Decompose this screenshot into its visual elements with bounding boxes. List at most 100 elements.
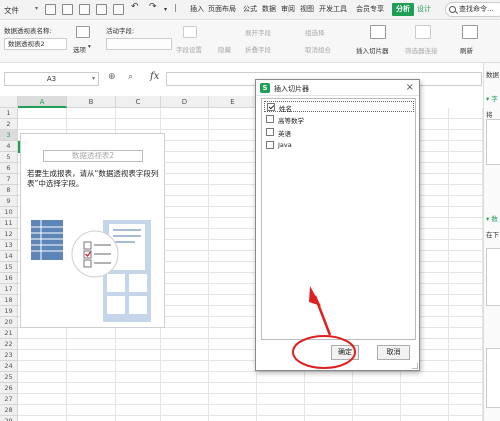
open-folder-icon[interactable] [62,4,73,15]
options-icon[interactable] [76,26,90,38]
row-header-24[interactable]: 24 [0,361,18,372]
list-item[interactable]: Java [264,140,414,151]
row-header-8[interactable]: 8 [0,185,18,196]
row-header-20[interactable]: 20 [0,317,18,328]
row-header-14[interactable]: 14 [0,251,18,262]
tab-design[interactable]: 设计 [417,4,431,14]
tab-formulas[interactable]: 公式 [243,4,257,14]
file-menu-caret[interactable]: ▾ [35,5,38,12]
row-header-7[interactable]: 7 [0,174,18,185]
panel-area-box-2[interactable] [486,348,500,408]
column-header-b[interactable]: B [67,96,116,108]
ungroup-button[interactable]: 取消组合 [305,44,331,54]
row-header-11[interactable]: 11 [0,218,18,229]
formula-search-icon[interactable]: ⌕ [128,72,133,82]
group-selection-button[interactable]: 组选择 [305,27,325,37]
checkbox[interactable] [266,115,274,123]
print-preview-icon[interactable] [113,4,124,15]
row-header-12[interactable]: 12 [0,229,18,240]
command-search[interactable]: 查找命令... [445,2,500,17]
field-settings-button[interactable]: 字段设置 [176,44,202,54]
row-header-5[interactable]: 5 [0,152,18,163]
insert-slicer-icon[interactable] [370,25,386,39]
redo-icon[interactable]: ↷ [149,2,157,12]
fx-icon[interactable]: fx [150,71,159,82]
list-item[interactable]: 姓名 [264,101,414,113]
checkbox[interactable] [266,141,274,149]
row-header-18[interactable]: 18 [0,295,18,306]
row-header-26[interactable]: 26 [0,383,18,394]
filter-connection-icon[interactable] [415,25,431,39]
row-header-23[interactable]: 23 [0,350,18,361]
row-header-27[interactable]: 27 [0,394,18,405]
quick-access-caret-icon[interactable]: ▾ [164,6,167,13]
refresh-icon[interactable] [462,25,478,39]
collapse-field-button[interactable]: 折叠字段 [245,44,271,54]
tab-analyze[interactable]: 分析 [392,3,414,16]
tab-insert[interactable]: 插入 [190,4,204,14]
panel-field-list[interactable] [486,119,500,165]
row-header-4[interactable]: 4 [0,141,18,152]
options-button[interactable]: 选项 [73,44,86,54]
ok-button[interactable]: 确定 [331,345,359,360]
options-caret-icon[interactable]: ▾ [88,44,91,50]
field-settings-icon[interactable] [183,26,197,38]
row-header-22[interactable]: 22 [0,339,18,350]
expand-field-button[interactable]: 展开字段 [245,27,271,37]
undo-icon[interactable]: ↶ [131,2,139,12]
row-header-17[interactable]: 17 [0,284,18,295]
new-file-icon[interactable] [45,4,56,15]
name-box[interactable]: A3 ▾ [4,72,99,86]
row-header-1[interactable]: 1 [0,108,18,119]
row-header-13[interactable]: 13 [0,240,18,251]
row-header-16[interactable]: 16 [0,273,18,284]
pivot-instruction: 若要生成报表，请从“数据透视表字段列表”中选择字段。 [27,169,159,188]
checkbox[interactable] [267,103,275,111]
row-header-29[interactable]: 29 [0,416,18,421]
column-header-e[interactable]: E [209,96,257,108]
filter-connection-button[interactable]: 筛选器连接 [405,45,438,55]
tab-view[interactable]: 视图 [300,4,314,14]
tab-review[interactable]: 审阅 [281,4,295,14]
row-header-15[interactable]: 15 [0,262,18,273]
resize-grip-icon[interactable] [412,363,418,369]
row-header-21[interactable]: 21 [0,328,18,339]
gridline-row [18,404,483,405]
pivot-name-input[interactable]: 数据透视表2 [4,38,67,50]
column-header-d[interactable]: D [161,96,209,108]
slicer-field-list[interactable]: 姓名 高等数学 英语 Java [261,98,416,340]
row-header-10[interactable]: 10 [0,207,18,218]
hide-button[interactable]: 隐藏 [218,44,231,54]
pivot-table-placeholder[interactable]: 数据透视表2 若要生成报表，请从“数据透视表字段列表”中选择字段。 [20,133,165,328]
tab-developer[interactable]: 开发工具 [319,4,347,14]
cancel-button[interactable]: 取消 [377,345,410,360]
save-icon[interactable] [79,4,90,15]
column-header-c[interactable]: C [116,96,161,108]
select-all-corner[interactable] [0,96,18,108]
tab-page-layout[interactable]: 页面布局 [208,4,236,14]
tab-data[interactable]: 数据 [262,4,276,14]
row-header-3[interactable]: 3 [0,130,18,141]
column-header-a[interactable]: A [18,96,67,108]
refresh-button[interactable]: 刷新 [460,45,473,55]
panel-area-box[interactable] [486,248,500,306]
row-header-28[interactable]: 28 [0,405,18,416]
insert-slicer-button[interactable]: 插入切片器 [356,45,389,55]
name-box-caret-icon[interactable]: ▾ [92,73,95,85]
checkbox[interactable] [266,128,274,136]
formula-zoom-icon[interactable]: ⊕ [108,72,116,82]
dialog-title-bar[interactable]: S 插入切片器 × [256,80,419,96]
row-header-6[interactable]: 6 [0,163,18,174]
more-icon[interactable]: | [174,3,177,12]
row-header-19[interactable]: 19 [0,306,18,317]
active-field-input[interactable] [106,38,172,50]
row-header-25[interactable]: 25 [0,372,18,383]
close-icon[interactable]: × [406,82,414,93]
tab-member[interactable]: 会员专享 [356,4,384,14]
print-icon[interactable] [96,4,107,15]
row-header-2[interactable]: 2 [0,119,18,130]
list-item[interactable]: 英语 [264,127,414,138]
row-header-9[interactable]: 9 [0,196,18,207]
list-item[interactable]: 高等数学 [264,114,414,125]
file-menu[interactable]: 文件 [4,5,19,16]
